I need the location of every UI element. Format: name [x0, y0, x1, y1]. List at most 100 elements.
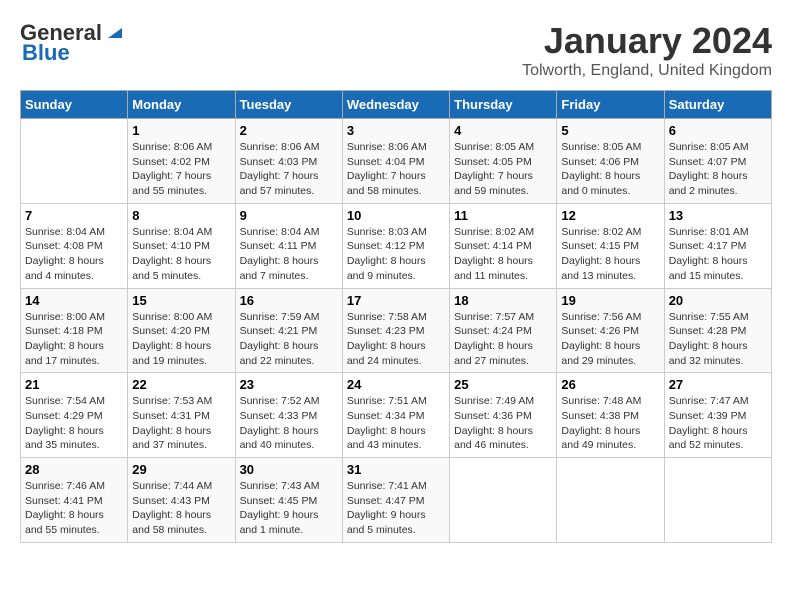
day-number: 11 [454, 208, 552, 223]
day-number: 2 [240, 123, 338, 138]
day-cell: 28 Sunrise: 7:46 AMSunset: 4:41 PMDaylig… [21, 458, 128, 543]
logo-blue: Blue [22, 40, 70, 66]
day-cell: 30 Sunrise: 7:43 AMSunset: 4:45 PMDaylig… [235, 458, 342, 543]
month-title: January 2024 [522, 20, 772, 62]
day-number: 4 [454, 123, 552, 138]
day-info: Sunrise: 8:06 AMSunset: 4:04 PMDaylight:… [347, 140, 445, 199]
day-number: 26 [561, 377, 659, 392]
day-number: 23 [240, 377, 338, 392]
day-cell [21, 119, 128, 204]
day-number: 17 [347, 293, 445, 308]
logo-icon [104, 20, 126, 42]
day-info: Sunrise: 8:06 AMSunset: 4:03 PMDaylight:… [240, 140, 338, 199]
day-number: 3 [347, 123, 445, 138]
day-info: Sunrise: 8:05 AMSunset: 4:05 PMDaylight:… [454, 140, 552, 199]
day-number: 28 [25, 462, 123, 477]
day-cell: 31 Sunrise: 7:41 AMSunset: 4:47 PMDaylig… [342, 458, 449, 543]
day-info: Sunrise: 7:59 AMSunset: 4:21 PMDaylight:… [240, 310, 338, 369]
day-cell: 7 Sunrise: 8:04 AMSunset: 4:08 PMDayligh… [21, 203, 128, 288]
day-number: 19 [561, 293, 659, 308]
week-row-2: 7 Sunrise: 8:04 AMSunset: 4:08 PMDayligh… [21, 203, 772, 288]
day-number: 10 [347, 208, 445, 223]
title-area: January 2024 Tolworth, England, United K… [522, 20, 772, 80]
col-tuesday: Tuesday [235, 91, 342, 119]
day-info: Sunrise: 8:04 AMSunset: 4:10 PMDaylight:… [132, 225, 230, 284]
day-info: Sunrise: 8:00 AMSunset: 4:20 PMDaylight:… [132, 310, 230, 369]
day-cell: 3 Sunrise: 8:06 AMSunset: 4:04 PMDayligh… [342, 119, 449, 204]
week-row-3: 14 Sunrise: 8:00 AMSunset: 4:18 PMDaylig… [21, 288, 772, 373]
day-cell: 25 Sunrise: 7:49 AMSunset: 4:36 PMDaylig… [450, 373, 557, 458]
day-cell: 14 Sunrise: 8:00 AMSunset: 4:18 PMDaylig… [21, 288, 128, 373]
day-cell: 4 Sunrise: 8:05 AMSunset: 4:05 PMDayligh… [450, 119, 557, 204]
day-cell: 1 Sunrise: 8:06 AMSunset: 4:02 PMDayligh… [128, 119, 235, 204]
day-cell: 13 Sunrise: 8:01 AMSunset: 4:17 PMDaylig… [664, 203, 771, 288]
day-info: Sunrise: 7:55 AMSunset: 4:28 PMDaylight:… [669, 310, 767, 369]
calendar-table: Sunday Monday Tuesday Wednesday Thursday… [20, 90, 772, 543]
day-number: 14 [25, 293, 123, 308]
col-saturday: Saturday [664, 91, 771, 119]
day-info: Sunrise: 7:56 AMSunset: 4:26 PMDaylight:… [561, 310, 659, 369]
day-cell: 15 Sunrise: 8:00 AMSunset: 4:20 PMDaylig… [128, 288, 235, 373]
day-number: 25 [454, 377, 552, 392]
day-info: Sunrise: 7:46 AMSunset: 4:41 PMDaylight:… [25, 479, 123, 538]
day-info: Sunrise: 7:58 AMSunset: 4:23 PMDaylight:… [347, 310, 445, 369]
week-row-4: 21 Sunrise: 7:54 AMSunset: 4:29 PMDaylig… [21, 373, 772, 458]
day-info: Sunrise: 7:43 AMSunset: 4:45 PMDaylight:… [240, 479, 338, 538]
day-number: 5 [561, 123, 659, 138]
week-row-1: 1 Sunrise: 8:06 AMSunset: 4:02 PMDayligh… [21, 119, 772, 204]
day-number: 7 [25, 208, 123, 223]
day-cell: 20 Sunrise: 7:55 AMSunset: 4:28 PMDaylig… [664, 288, 771, 373]
day-info: Sunrise: 8:06 AMSunset: 4:02 PMDaylight:… [132, 140, 230, 199]
day-number: 22 [132, 377, 230, 392]
day-number: 15 [132, 293, 230, 308]
col-sunday: Sunday [21, 91, 128, 119]
day-number: 8 [132, 208, 230, 223]
day-number: 6 [669, 123, 767, 138]
day-info: Sunrise: 8:02 AMSunset: 4:15 PMDaylight:… [561, 225, 659, 284]
day-number: 21 [25, 377, 123, 392]
day-info: Sunrise: 8:03 AMSunset: 4:12 PMDaylight:… [347, 225, 445, 284]
day-cell [557, 458, 664, 543]
day-info: Sunrise: 8:05 AMSunset: 4:07 PMDaylight:… [669, 140, 767, 199]
day-info: Sunrise: 7:49 AMSunset: 4:36 PMDaylight:… [454, 394, 552, 453]
day-info: Sunrise: 8:02 AMSunset: 4:14 PMDaylight:… [454, 225, 552, 284]
header-row: Sunday Monday Tuesday Wednesday Thursday… [21, 91, 772, 119]
day-cell: 26 Sunrise: 7:48 AMSunset: 4:38 PMDaylig… [557, 373, 664, 458]
day-cell: 6 Sunrise: 8:05 AMSunset: 4:07 PMDayligh… [664, 119, 771, 204]
logo: General Blue [20, 20, 126, 66]
col-wednesday: Wednesday [342, 91, 449, 119]
day-number: 24 [347, 377, 445, 392]
week-row-5: 28 Sunrise: 7:46 AMSunset: 4:41 PMDaylig… [21, 458, 772, 543]
day-cell: 18 Sunrise: 7:57 AMSunset: 4:24 PMDaylig… [450, 288, 557, 373]
col-thursday: Thursday [450, 91, 557, 119]
day-cell: 10 Sunrise: 8:03 AMSunset: 4:12 PMDaylig… [342, 203, 449, 288]
day-cell: 17 Sunrise: 7:58 AMSunset: 4:23 PMDaylig… [342, 288, 449, 373]
day-cell: 22 Sunrise: 7:53 AMSunset: 4:31 PMDaylig… [128, 373, 235, 458]
day-number: 20 [669, 293, 767, 308]
day-cell: 9 Sunrise: 8:04 AMSunset: 4:11 PMDayligh… [235, 203, 342, 288]
day-cell: 5 Sunrise: 8:05 AMSunset: 4:06 PMDayligh… [557, 119, 664, 204]
day-info: Sunrise: 8:01 AMSunset: 4:17 PMDaylight:… [669, 225, 767, 284]
location-title: Tolworth, England, United Kingdom [522, 62, 772, 80]
day-number: 12 [561, 208, 659, 223]
day-info: Sunrise: 7:54 AMSunset: 4:29 PMDaylight:… [25, 394, 123, 453]
day-info: Sunrise: 7:57 AMSunset: 4:24 PMDaylight:… [454, 310, 552, 369]
col-friday: Friday [557, 91, 664, 119]
day-cell: 19 Sunrise: 7:56 AMSunset: 4:26 PMDaylig… [557, 288, 664, 373]
day-cell: 8 Sunrise: 8:04 AMSunset: 4:10 PMDayligh… [128, 203, 235, 288]
day-cell: 21 Sunrise: 7:54 AMSunset: 4:29 PMDaylig… [21, 373, 128, 458]
day-info: Sunrise: 7:41 AMSunset: 4:47 PMDaylight:… [347, 479, 445, 538]
day-info: Sunrise: 7:51 AMSunset: 4:34 PMDaylight:… [347, 394, 445, 453]
day-cell [450, 458, 557, 543]
day-cell: 23 Sunrise: 7:52 AMSunset: 4:33 PMDaylig… [235, 373, 342, 458]
day-info: Sunrise: 7:47 AMSunset: 4:39 PMDaylight:… [669, 394, 767, 453]
day-info: Sunrise: 7:52 AMSunset: 4:33 PMDaylight:… [240, 394, 338, 453]
day-info: Sunrise: 8:04 AMSunset: 4:08 PMDaylight:… [25, 225, 123, 284]
day-number: 31 [347, 462, 445, 477]
day-cell: 12 Sunrise: 8:02 AMSunset: 4:15 PMDaylig… [557, 203, 664, 288]
day-info: Sunrise: 7:44 AMSunset: 4:43 PMDaylight:… [132, 479, 230, 538]
day-cell [664, 458, 771, 543]
day-cell: 16 Sunrise: 7:59 AMSunset: 4:21 PMDaylig… [235, 288, 342, 373]
col-monday: Monday [128, 91, 235, 119]
day-cell: 11 Sunrise: 8:02 AMSunset: 4:14 PMDaylig… [450, 203, 557, 288]
